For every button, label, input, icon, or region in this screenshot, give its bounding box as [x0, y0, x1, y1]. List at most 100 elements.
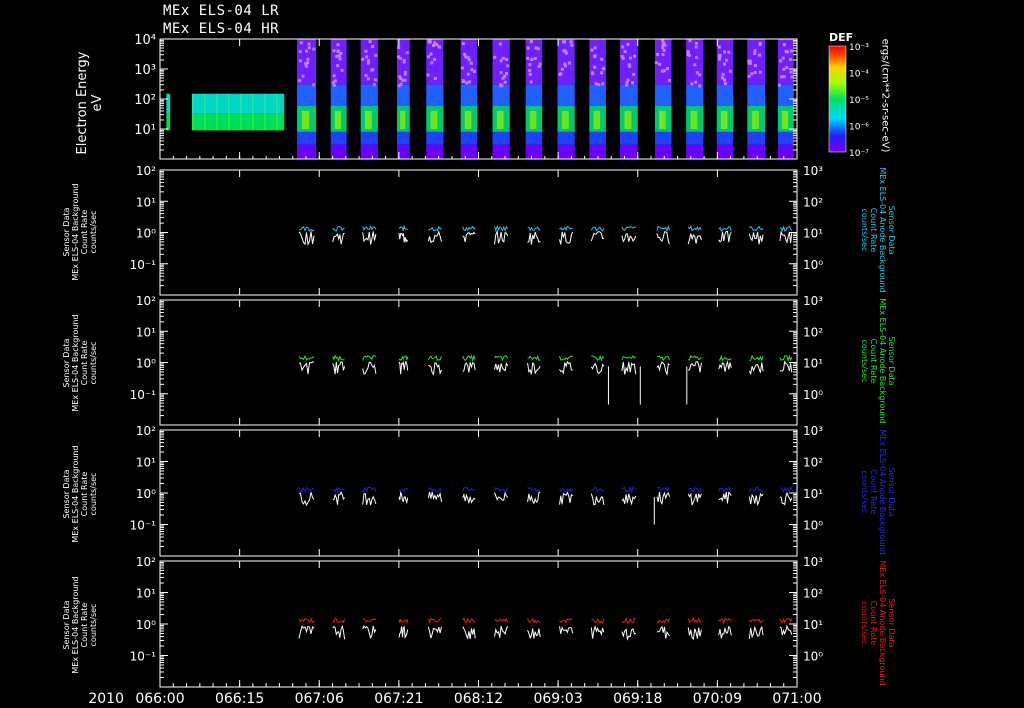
lr-band-lower [191, 113, 285, 131]
colored-trace [362, 355, 377, 361]
white-trace [362, 361, 377, 375]
hr-speck [781, 56, 785, 60]
hr-speck [687, 53, 691, 57]
hr-speck [304, 49, 308, 53]
hr-speck [727, 50, 731, 54]
hr-speck [690, 82, 694, 86]
white-trace [656, 491, 670, 506]
hr-speck [694, 45, 698, 49]
white-trace [748, 625, 764, 640]
hr-speck [312, 83, 316, 87]
panel-ytick-label-left: 10² [136, 164, 156, 178]
hr-speck [597, 83, 601, 87]
hr-speck [472, 69, 476, 73]
panel-ytick-label-left: 10² [136, 294, 156, 308]
hr-band-low [396, 131, 410, 145]
hr-speck [470, 68, 474, 72]
hr-speck [461, 42, 465, 46]
colored-trace [656, 224, 670, 233]
white-trace [462, 626, 476, 640]
hr-speck [602, 66, 606, 70]
white-trace [621, 628, 636, 641]
colored-trace [398, 617, 409, 625]
panel-ytick-label-left: 10⁰ [136, 618, 156, 632]
colored-trace [298, 354, 315, 361]
panel-ytick-label-left: 10¹ [136, 195, 156, 209]
xtick-label: 070:09 [693, 691, 742, 707]
hr-speck [560, 67, 564, 71]
hr-speck [506, 64, 510, 68]
white-trace [298, 625, 315, 639]
hr-band-high [525, 39, 543, 85]
white-trace [559, 231, 574, 245]
hr-speck [694, 80, 698, 84]
colored-trace [332, 225, 345, 232]
hr-speck [569, 40, 573, 44]
hr-speck [632, 72, 636, 76]
white-trace [621, 493, 637, 506]
panel-ytick-label-left: 10⁻¹ [130, 388, 157, 402]
colored-trace [559, 225, 573, 231]
hr-speck [660, 69, 664, 73]
hr-speck [723, 82, 727, 86]
white-trace [398, 625, 409, 640]
spectrogram-lr-block [191, 93, 285, 131]
hr-speck [366, 77, 370, 81]
colorbar-tick-label: 10⁻³ [849, 43, 869, 53]
white-trace [427, 230, 442, 244]
hr-band-mid-high [492, 84, 510, 106]
hr-speck [465, 81, 469, 85]
colorbar-tick-label: 10⁻⁴ [849, 70, 869, 80]
hr-speck [505, 71, 509, 75]
colored-trace [718, 225, 732, 232]
hr-speck [695, 71, 699, 75]
panel-ytick-label-left: 10¹ [136, 587, 156, 601]
white-trace [298, 231, 315, 247]
hr-band-mid-high [747, 84, 766, 106]
hr-band-peak [464, 110, 472, 129]
spectrogram-hr-block [747, 39, 766, 159]
hr-speck [623, 50, 627, 54]
colored-trace [494, 224, 509, 233]
white-trace [748, 492, 764, 507]
hr-speck [403, 78, 407, 82]
white-trace [398, 232, 409, 244]
colorbar-tick-label: 10⁻⁷ [849, 149, 869, 159]
hr-speck [570, 43, 574, 47]
hr-band-peak [529, 110, 537, 129]
panel-ytick-label-left: 10⁰ [136, 227, 156, 241]
hr-band-peak [301, 110, 310, 129]
white-trace [590, 624, 605, 639]
hr-band-peak [690, 110, 698, 129]
white-trace [779, 360, 793, 373]
hr-band-mid-high [557, 84, 575, 106]
spectrogram-hr-block [654, 39, 672, 159]
hr-speck [312, 47, 316, 51]
hr-band-low [360, 131, 378, 145]
colored-trace [687, 486, 702, 493]
panel-frame [159, 429, 798, 557]
hr-speck [469, 61, 473, 65]
white-trace [656, 361, 670, 377]
spectrogram-hr-block [557, 39, 575, 159]
hr-speck [336, 49, 340, 53]
hr-speck [662, 48, 666, 52]
hr-speck [593, 65, 597, 69]
hr-speck [307, 46, 311, 50]
colored-trace [687, 617, 702, 624]
spectrogram-ytick-label: 10⁴ [134, 33, 156, 48]
colored-trace [332, 487, 346, 493]
hr-band-peak [720, 110, 728, 129]
hr-speck [307, 42, 311, 46]
white-trace [559, 360, 573, 375]
colored-trace [559, 355, 574, 361]
hr-band-low [426, 131, 444, 145]
white-trace [298, 492, 315, 507]
hr-band-floor [619, 144, 638, 159]
hr-band-peak [561, 110, 569, 129]
hr-speck [299, 41, 303, 45]
hr-speck [600, 57, 604, 61]
colored-trace [591, 486, 605, 493]
colored-trace [718, 486, 732, 493]
hr-band-peak [496, 110, 504, 129]
